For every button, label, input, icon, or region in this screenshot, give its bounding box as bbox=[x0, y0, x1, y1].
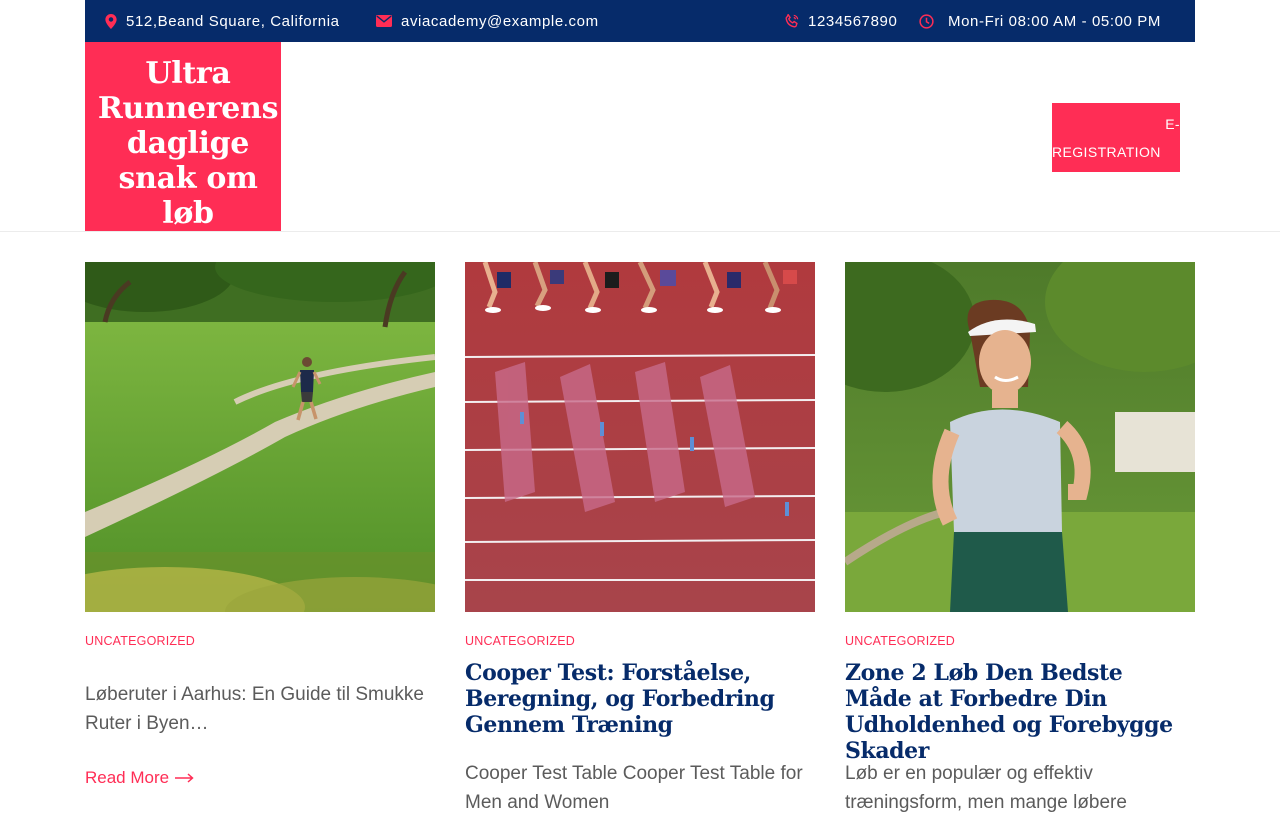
arrow-right-icon bbox=[175, 773, 194, 783]
email-info[interactable]: aviacademy@example.com bbox=[376, 0, 599, 42]
hours-text: Mon-Fri 08:00 AM - 05:00 PM bbox=[948, 12, 1161, 30]
map-marker-icon bbox=[105, 13, 117, 29]
header-divider bbox=[0, 231, 1280, 232]
site-title: Ultra Runnerens daglige snak om løb bbox=[97, 56, 279, 231]
post-title-link[interactable]: Zone 2 Løb Den Bedste Måde at Forbedre D… bbox=[845, 660, 1195, 764]
post-title-link[interactable]: Cooper Test: Forståelse, Beregning, og F… bbox=[465, 660, 815, 738]
site-logo-link[interactable]: Ultra Runnerens daglige snak om løb bbox=[85, 42, 281, 231]
post-excerpt: Løb er en populær og effektiv træningsfo… bbox=[845, 763, 1127, 813]
e-registration-label-line2: REGISTRATION bbox=[1052, 144, 1161, 160]
post-thumbnail-park-runner[interactable] bbox=[85, 262, 435, 612]
read-more-label: Read More bbox=[85, 768, 170, 787]
address-info: 512,Beand Square, California bbox=[105, 0, 340, 42]
post-excerpt: Løberuter i Aarhus: En Guide til Smukke … bbox=[85, 684, 424, 734]
clock-icon bbox=[919, 13, 934, 29]
post-card: UNCATEGORIZED Cooper Test: Forståelse, B… bbox=[465, 262, 815, 813]
e-registration-button[interactable]: E- REGISTRATION bbox=[1052, 103, 1180, 172]
post-thumbnail-track-race[interactable] bbox=[465, 262, 815, 612]
hours-info: Mon-Fri 08:00 AM - 05:00 PM bbox=[919, 0, 1161, 42]
phone-text[interactable]: 1234567890 bbox=[808, 13, 897, 30]
phone-info[interactable]: 1234567890 bbox=[785, 0, 897, 42]
address-text: 512,Beand Square, California bbox=[126, 12, 340, 30]
post-thumbnail-woman-jogging[interactable] bbox=[845, 262, 1195, 612]
email-text[interactable]: aviacademy@example.com bbox=[401, 13, 599, 30]
e-registration-label-line1: E- bbox=[1165, 116, 1180, 132]
post-excerpt: Cooper Test Table Cooper Test Table for … bbox=[465, 763, 803, 813]
post-card: UNCATEGORIZED Løberuter i Aarhus: En Gui… bbox=[85, 262, 435, 787]
phone-icon bbox=[785, 14, 799, 28]
post-category-link[interactable]: UNCATEGORIZED bbox=[85, 634, 195, 648]
post-category-link[interactable]: UNCATEGORIZED bbox=[845, 634, 955, 648]
top-info-bar: 512,Beand Square, California aviacademy@… bbox=[85, 0, 1195, 42]
envelope-icon bbox=[376, 15, 392, 27]
post-card: UNCATEGORIZED Zone 2 Løb Den Bedste Måde… bbox=[845, 262, 1195, 813]
post-category-link[interactable]: UNCATEGORIZED bbox=[465, 634, 575, 648]
read-more-link[interactable]: Read More bbox=[85, 768, 194, 788]
